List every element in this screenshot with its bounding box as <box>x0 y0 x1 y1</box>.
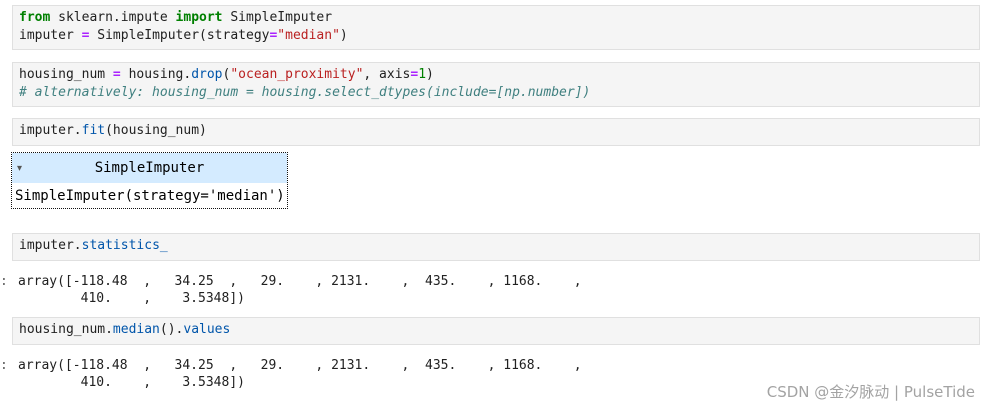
widget-title: SimpleImputer <box>94 160 205 176</box>
call-dot: (). <box>159 322 184 337</box>
constructor-call: SimpleImputer(strategy <box>89 28 270 43</box>
median-method: median <box>112 322 160 337</box>
drop-method: drop <box>191 67 223 82</box>
output-line: array([-118.48 , 34.25 , 29. , 2131. , 4… <box>18 274 582 289</box>
fit-method: fit <box>81 123 106 138</box>
axis-arg: , axis <box>363 67 411 82</box>
output-prompt: : <box>0 358 8 373</box>
widget-header[interactable]: ▾ SimpleImputer <box>12 153 287 183</box>
keyword-import: import <box>175 10 223 25</box>
code-cell-fit[interactable]: imputer.fit(housing_num) <box>12 118 980 146</box>
var-housing-num: housing_num <box>19 67 113 82</box>
strategy-string: "median" <box>277 28 340 43</box>
watermark: CSDN @金汐脉动 | PulseTide <box>766 383 975 401</box>
output-prompt: : <box>0 274 8 289</box>
code-cell-median[interactable]: housing_num.median().values <box>12 317 980 345</box>
estimator-widget[interactable]: ▾ SimpleImputer SimpleImputer(strategy='… <box>11 152 288 209</box>
housing-obj: housing. <box>120 67 192 82</box>
code-cell-statistics[interactable]: imputer.statistics_ <box>12 233 980 261</box>
imported-class: SimpleImputer <box>222 10 333 25</box>
output-line: 410. , 3.5348]) <box>18 375 245 390</box>
keyword-from: from <box>19 10 51 25</box>
statistics-output: array([-118.48 , 34.25 , 29. , 2131. , 4… <box>18 273 582 307</box>
code-cell-drop[interactable]: housing_num = housing.drop("ocean_proxim… <box>12 62 980 107</box>
module-name: sklearn.impute <box>50 10 176 25</box>
assign-op: = <box>112 67 121 82</box>
fit-args: (housing_num) <box>105 123 207 138</box>
imputer-obj: imputer. <box>19 123 82 138</box>
column-string: "ocean_proximity" <box>230 67 364 82</box>
output-line: array([-118.48 , 34.25 , 29. , 2131. , 4… <box>18 358 582 373</box>
output-line: 410. , 3.5348]) <box>18 291 245 306</box>
statistics-attr: statistics_ <box>81 238 168 253</box>
widget-repr: SimpleImputer(strategy='median') <box>15 188 285 204</box>
close-paren: ) <box>339 28 348 43</box>
comment-alternative: # alternatively: housing_num = housing.s… <box>19 85 591 100</box>
values-attr: values <box>183 322 231 337</box>
housing-num-obj: housing_num. <box>19 322 113 337</box>
close-paren: ) <box>426 67 434 82</box>
code-cell-import[interactable]: from sklearn.impute import SimpleImputer… <box>12 5 980 50</box>
var-imputer: imputer <box>19 28 82 43</box>
median-output: array([-118.48 , 34.25 , 29. , 2131. , 4… <box>18 357 582 391</box>
axis-value: 1 <box>418 67 427 82</box>
imputer-obj: imputer. <box>19 238 82 253</box>
